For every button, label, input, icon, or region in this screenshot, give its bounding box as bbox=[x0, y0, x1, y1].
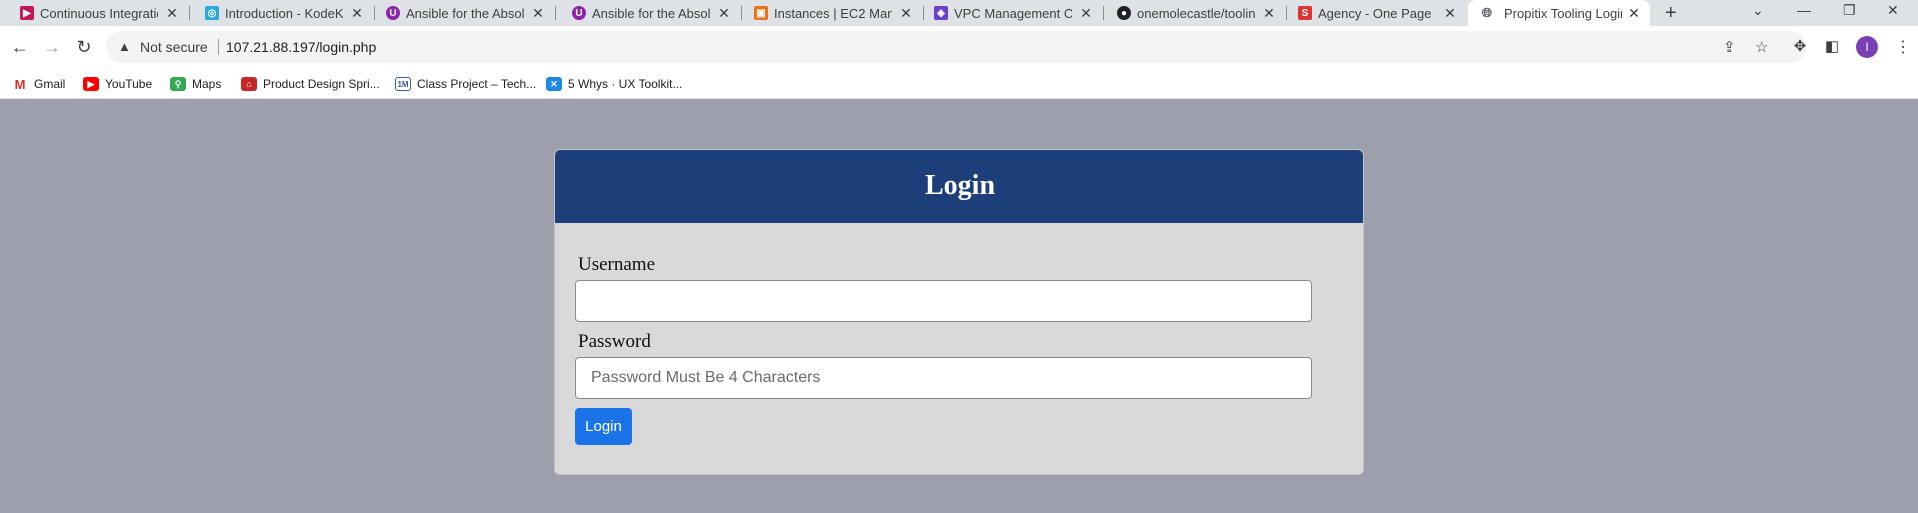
window-close-icon[interactable]: ✕ bbox=[1887, 2, 1899, 19]
startbootstrap-icon: S bbox=[1298, 6, 1312, 20]
tab-vpc-management[interactable]: ◈ VPC Management Cons ✕ bbox=[934, 0, 1104, 26]
tab-separator bbox=[923, 6, 924, 20]
class-project-icon: 1M bbox=[395, 77, 411, 91]
kodekloud-play-icon: ▶ bbox=[20, 6, 34, 20]
kodekloud-icon: ◎ bbox=[205, 6, 219, 20]
tab-agency-one-page[interactable]: S Agency - One Page Bo ✕ bbox=[1298, 0, 1458, 26]
udemy-icon: U bbox=[386, 6, 400, 20]
bookmark-label: Product Design Spri... bbox=[263, 77, 380, 91]
back-arrow-icon[interactable]: ← bbox=[10, 37, 30, 57]
product-design-icon: ⌂ bbox=[241, 77, 257, 91]
new-tab-icon[interactable]: + bbox=[1665, 2, 1677, 24]
close-icon[interactable]: ✕ bbox=[530, 5, 546, 21]
tab-ansible-2[interactable]: U Ansible for the Absolute ✕ bbox=[572, 0, 742, 26]
bookmark-label: Maps bbox=[192, 77, 222, 91]
tab-ec2-instances[interactable]: ▣ Instances | EC2 Manag ✕ bbox=[754, 0, 924, 26]
tab-label: Introduction - KodeKloud bbox=[225, 5, 343, 21]
bookmark-label: Class Project – Tech... bbox=[417, 77, 537, 91]
maps-icon: ⚲ bbox=[170, 77, 186, 91]
browser-toolbar: ← → ↻ ▲ Not secure 107.21.88.197/login.p… bbox=[0, 26, 1918, 69]
close-icon[interactable]: ✕ bbox=[1442, 5, 1458, 21]
tab-search-chevron-icon[interactable]: ⌄ bbox=[1752, 2, 1764, 19]
tab-strip: ▶ Continuous Integration ✕ ◎ Introductio… bbox=[0, 0, 1918, 26]
tab-introduction-kodekloud[interactable]: ◎ Introduction - KodeKloud ✕ bbox=[205, 0, 375, 26]
close-icon[interactable]: ✕ bbox=[1078, 5, 1094, 21]
tab-separator bbox=[374, 6, 375, 20]
tab-label: VPC Management Cons bbox=[954, 5, 1072, 21]
address-bar[interactable]: ▲ Not secure 107.21.88.197/login.php ⇪ ☆ bbox=[106, 31, 1806, 63]
login-header: Login bbox=[555, 150, 1363, 223]
tab-label: Continuous Integration bbox=[40, 5, 158, 21]
share-icon[interactable]: ⇪ bbox=[1723, 38, 1736, 56]
login-button[interactable]: Login bbox=[575, 408, 632, 445]
reload-icon[interactable]: ↻ bbox=[74, 37, 94, 57]
tab-github-tooling[interactable]: ● onemolecastle/tooling ✕ bbox=[1117, 0, 1287, 26]
tab-propitix-tooling-login[interactable]: 🌐︎ Propitix Tooling Login ✕ bbox=[1468, 0, 1650, 26]
side-panel-icon[interactable]: ◧ bbox=[1822, 37, 1842, 57]
tab-separator bbox=[1103, 6, 1104, 20]
username-input[interactable] bbox=[575, 280, 1312, 322]
gmail-icon: M bbox=[12, 77, 28, 92]
tab-ansible-1[interactable]: U Ansible for the Absolute ✕ bbox=[386, 0, 556, 26]
close-icon[interactable]: ✕ bbox=[1261, 5, 1277, 21]
password-label: Password bbox=[578, 331, 651, 352]
bookmark-gmail[interactable]: M Gmail bbox=[12, 76, 65, 92]
maximize-icon[interactable]: ❐ bbox=[1843, 2, 1856, 19]
login-card: Login Username Password Login bbox=[554, 149, 1364, 475]
tab-separator bbox=[189, 6, 190, 20]
close-icon[interactable]: ✕ bbox=[898, 5, 914, 21]
globe-icon: 🌐︎ bbox=[1480, 5, 1494, 20]
avatar[interactable]: I bbox=[1856, 36, 1878, 58]
tab-separator bbox=[555, 6, 556, 20]
security-status[interactable]: Not secure bbox=[140, 39, 208, 55]
tab-label: Ansible for the Absolute bbox=[406, 5, 524, 21]
tab-label: Ansible for the Absolute bbox=[592, 5, 710, 21]
bookmark-product-design[interactable]: ⌂ Product Design Spri... bbox=[241, 76, 380, 92]
bookmark-class-project[interactable]: 1M Class Project – Tech... bbox=[395, 76, 536, 92]
tab-label: onemolecastle/tooling bbox=[1137, 5, 1255, 21]
warning-icon[interactable]: ▲ bbox=[118, 39, 131, 54]
page-title: Login bbox=[924, 170, 996, 201]
aws-vpc-icon: ◈ bbox=[934, 6, 948, 20]
bookmark-5-whys[interactable]: ✕ 5 Whys · UX Toolkit... bbox=[546, 76, 682, 92]
udemy-icon: U bbox=[572, 6, 586, 20]
bookmark-maps[interactable]: ⚲ Maps bbox=[170, 76, 221, 92]
extensions-puzzle-icon[interactable]: ✥ bbox=[1790, 37, 1810, 57]
tab-continuous-integration[interactable]: ▶ Continuous Integration ✕ bbox=[20, 0, 190, 26]
aws-ec2-icon: ▣ bbox=[754, 6, 768, 20]
close-icon[interactable]: ✕ bbox=[1626, 5, 1642, 21]
bookmark-label: YouTube bbox=[105, 77, 153, 91]
bookmark-star-icon[interactable]: ☆ bbox=[1755, 38, 1768, 56]
ux-toolkit-icon: ✕ bbox=[546, 77, 562, 91]
youtube-icon: ▶ bbox=[83, 77, 99, 91]
bookmark-label: Gmail bbox=[34, 77, 66, 91]
close-icon[interactable]: ✕ bbox=[164, 5, 180, 21]
tab-label: Propitix Tooling Login bbox=[1504, 5, 1622, 21]
address-divider bbox=[218, 39, 219, 55]
tab-label: Agency - One Page Bo bbox=[1318, 5, 1436, 21]
bookmarks-bar: M Gmail ▶ YouTube ⚲ Maps ⌂ Product Desig… bbox=[0, 69, 1918, 99]
password-input[interactable] bbox=[575, 357, 1312, 399]
bookmark-label: 5 Whys · UX Toolkit... bbox=[568, 77, 683, 91]
menu-kebab-icon[interactable]: ⋮ bbox=[1895, 37, 1911, 57]
minimize-icon[interactable]: — bbox=[1797, 2, 1811, 18]
close-icon[interactable]: ✕ bbox=[349, 5, 365, 21]
tab-separator bbox=[741, 6, 742, 20]
forward-arrow-icon[interactable]: → bbox=[42, 37, 62, 57]
tab-label: Instances | EC2 Manag bbox=[774, 5, 892, 21]
url-text[interactable]: 107.21.88.197/login.php bbox=[226, 39, 376, 55]
bookmark-youtube[interactable]: ▶ YouTube bbox=[83, 76, 152, 92]
close-icon[interactable]: ✕ bbox=[716, 5, 732, 21]
tab-separator bbox=[1286, 6, 1287, 20]
username-label: Username bbox=[578, 254, 656, 275]
github-icon: ● bbox=[1117, 6, 1131, 20]
